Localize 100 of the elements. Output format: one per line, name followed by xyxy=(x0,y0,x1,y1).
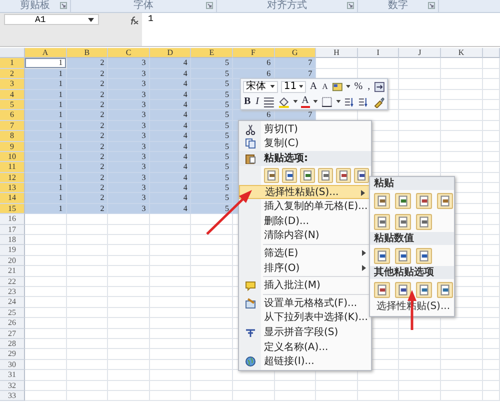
paste-option-icon[interactable] xyxy=(374,192,390,208)
row-header[interactable]: 21 xyxy=(0,266,25,277)
formula-field[interactable]: 1 xyxy=(142,13,500,46)
paste-option-icon[interactable] xyxy=(264,168,279,183)
paste-option-icon[interactable] xyxy=(395,192,411,208)
row-header[interactable]: 10 xyxy=(0,152,25,162)
row-header[interactable]: 1 xyxy=(0,58,25,69)
fill-icon[interactable] xyxy=(278,96,290,108)
column-header[interactable]: G xyxy=(274,48,316,58)
column-header[interactable]: I xyxy=(358,48,400,58)
dialog-launcher-icon[interactable] xyxy=(206,2,213,9)
paste-option-icon[interactable] xyxy=(416,214,432,230)
shrink-font-button[interactable]: A xyxy=(321,80,329,92)
border-icon[interactable] xyxy=(320,96,333,108)
row-header[interactable]: 30 xyxy=(0,360,25,370)
paste-option-icon[interactable] xyxy=(374,214,390,230)
row-header[interactable]: 31 xyxy=(0,370,25,380)
menu-item[interactable]: 插入批注(M) xyxy=(239,278,371,293)
format-button[interactable]: % xyxy=(353,80,364,92)
dialog-launcher-icon[interactable] xyxy=(347,2,354,9)
row-header[interactable]: 15 xyxy=(0,204,25,214)
paste-option-icon[interactable] xyxy=(416,282,432,298)
menu-item[interactable]: 设置单元格格式(F)... xyxy=(239,296,371,311)
styles-icon[interactable] xyxy=(332,80,343,92)
row-header[interactable]: 29 xyxy=(0,349,25,360)
paste-option-icon[interactable] xyxy=(374,248,390,264)
row-header[interactable]: 14 xyxy=(0,193,25,204)
row-header[interactable]: 12 xyxy=(0,172,25,184)
menu-item[interactable]: 删除(D)... xyxy=(239,214,371,229)
column-header[interactable]: A xyxy=(25,48,67,58)
row-header[interactable]: 11 xyxy=(0,162,25,173)
menu-item[interactable]: 排序(O) xyxy=(239,260,371,276)
row-header[interactable]: 17 xyxy=(0,224,25,236)
grow-font-button[interactable]: A xyxy=(308,80,318,92)
paste-option-icon[interactable] xyxy=(300,168,315,183)
column-header[interactable]: D xyxy=(150,48,192,58)
menu-item[interactable]: 从下拉列表中选择(K)... xyxy=(239,310,371,326)
row-header[interactable]: 9 xyxy=(0,142,25,152)
row-header[interactable]: 6 xyxy=(0,110,25,121)
font-size-field[interactable]: 11 xyxy=(280,80,306,92)
row-header[interactable]: 5 xyxy=(0,100,25,110)
paste-option-icon[interactable] xyxy=(395,282,411,298)
row-header[interactable]: 33 xyxy=(0,390,25,402)
menu-item[interactable]: 筛选(E) xyxy=(239,246,371,261)
menu-item[interactable]: 清除内容(N) xyxy=(239,228,371,244)
font-name-field[interactable]: 宋体 xyxy=(243,80,278,92)
menu-item[interactable]: 选择性粘贴(S)... xyxy=(239,184,371,200)
paste-option-icon[interactable] xyxy=(437,192,453,208)
column-header[interactable]: B xyxy=(66,48,108,58)
caret-icon[interactable] xyxy=(298,85,303,88)
caret-icon[interactable] xyxy=(336,100,340,103)
paste-option-icon[interactable] xyxy=(416,192,432,208)
caret-icon[interactable] xyxy=(346,85,350,88)
row-header[interactable]: 16 xyxy=(0,214,25,225)
row-header[interactable]: 4 xyxy=(0,90,25,100)
paste-option-icon[interactable] xyxy=(354,168,369,183)
row-header[interactable]: 28 xyxy=(0,338,25,350)
align-icon[interactable] xyxy=(263,96,275,108)
column-header[interactable]: E xyxy=(191,48,233,58)
row-header[interactable]: 3 xyxy=(0,79,25,90)
row-header[interactable]: 24 xyxy=(0,297,25,308)
paste-option-icon[interactable] xyxy=(374,282,390,298)
row-header[interactable]: 22 xyxy=(0,276,25,287)
row-header[interactable]: 32 xyxy=(0,380,25,391)
paste-option-icon[interactable] xyxy=(395,214,411,230)
menu-item[interactable]: 剪切(T) xyxy=(239,122,371,137)
decimal2-icon[interactable] xyxy=(358,96,370,108)
menu-item[interactable]: 定义名称(A)... xyxy=(239,340,371,354)
paste-option-icon[interactable] xyxy=(318,168,333,183)
paste-option-icon[interactable] xyxy=(416,248,432,264)
brush-icon[interactable] xyxy=(373,96,385,108)
dialog-launcher-icon[interactable] xyxy=(428,2,435,9)
decimal-icon[interactable] xyxy=(344,96,356,108)
merge-icon[interactable] xyxy=(374,80,385,92)
bold-button[interactable]: B xyxy=(243,96,252,108)
row-header[interactable]: 13 xyxy=(0,183,25,194)
column-header[interactable]: J xyxy=(399,48,441,58)
caret-icon[interactable] xyxy=(292,100,298,103)
row-header[interactable]: 23 xyxy=(0,286,25,298)
row-header[interactable]: 18 xyxy=(0,235,25,246)
menu-item[interactable]: 复制(C) xyxy=(239,136,371,152)
menu-item[interactable]: 显示拼音字段(S) xyxy=(239,325,371,340)
dialog-launcher-icon[interactable] xyxy=(60,2,67,9)
row-header[interactable]: 2 xyxy=(0,68,25,80)
function-icon[interactable] xyxy=(129,16,139,25)
paste-option-icon[interactable] xyxy=(336,168,351,183)
row-header[interactable]: 20 xyxy=(0,256,25,266)
row-header[interactable]: 8 xyxy=(0,131,25,142)
column-header[interactable]: H xyxy=(316,48,358,58)
row-header[interactable]: 26 xyxy=(0,318,25,329)
column-header[interactable]: K xyxy=(440,48,483,58)
column-header[interactable]: C xyxy=(108,48,150,58)
caret-icon[interactable] xyxy=(312,100,318,103)
menu-item[interactable]: 超链接(I)... xyxy=(239,354,371,369)
row-header[interactable]: 25 xyxy=(0,308,25,318)
row-header[interactable]: 19 xyxy=(0,245,25,256)
row-header[interactable]: 7 xyxy=(0,120,25,132)
format-button[interactable]: , xyxy=(366,80,372,92)
column-header[interactable]: F xyxy=(232,48,275,58)
font-color-button[interactable]: A xyxy=(300,96,310,108)
